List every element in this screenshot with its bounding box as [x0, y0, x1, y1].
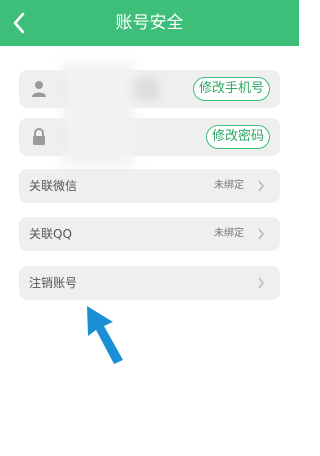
privacy-blur — [62, 62, 134, 166]
wechat-status: 未绑定 — [214, 180, 244, 191]
cancel-account-row[interactable]: 注销账号 — [19, 266, 280, 300]
cancel-account-label: 注销账号 — [29, 276, 78, 290]
link-qq-label: 关联QQ — [29, 227, 72, 241]
chevron-right-icon — [258, 277, 265, 289]
user-icon — [32, 81, 46, 97]
password-row: 修改密码 — [19, 118, 280, 156]
chevron-right-icon — [258, 180, 265, 192]
link-qq-row[interactable]: 关联QQ 未绑定 — [19, 217, 280, 251]
change-phone-button[interactable]: 修改手机号 — [192, 77, 270, 101]
page-title: 账号安全 — [115, 13, 184, 33]
lock-icon — [33, 128, 45, 145]
link-wechat-label: 关联微信 — [29, 179, 78, 193]
phone-row: 修改手机号 — [19, 70, 280, 108]
pointer-arrow-icon — [87, 306, 123, 364]
chevron-right-icon — [258, 228, 265, 240]
header-bar: 账号安全 — [0, 0, 299, 46]
change-password-button[interactable]: 修改密码 — [205, 125, 270, 149]
link-wechat-row[interactable]: 关联微信 未绑定 — [19, 169, 280, 203]
qq-status: 未绑定 — [214, 228, 244, 239]
